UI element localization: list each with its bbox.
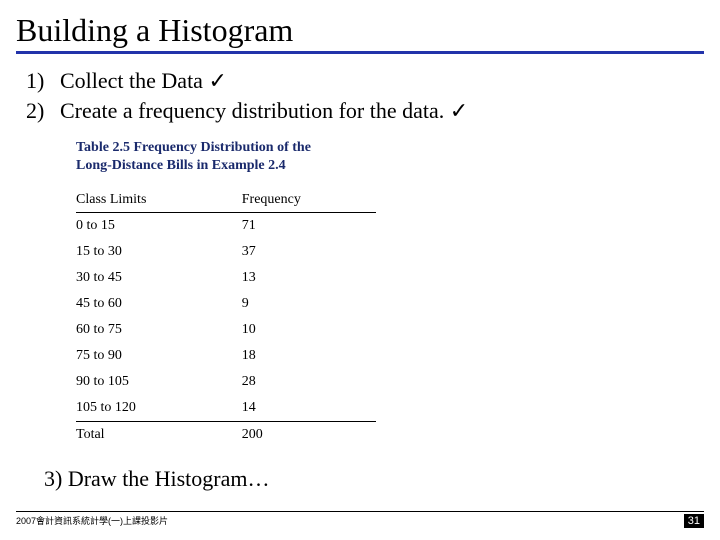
step-1: 1) Collect the Data ✓	[26, 66, 704, 96]
step-1-text: Collect the Data ✓	[60, 66, 227, 96]
col-class-limits: Class Limits	[76, 190, 202, 213]
cell-freq: 18	[202, 343, 376, 369]
cell-freq: 28	[202, 369, 376, 395]
footer-text: 2007會計資訊系統計學(一)上課投影片	[16, 514, 168, 527]
step-2-label: Create a frequency distribution for the …	[60, 98, 444, 123]
step-2: 2) Create a frequency distribution for t…	[26, 96, 704, 126]
cell-class: 30 to 45	[76, 265, 202, 291]
table-row: 105 to 120 14	[76, 395, 376, 422]
frequency-table: Class Limits Frequency 0 to 15 71 15 to …	[76, 190, 376, 448]
step-1-label: Collect the Data	[60, 68, 203, 93]
frequency-table-block: Table 2.5 Frequency Distribution of the …	[76, 139, 456, 448]
cell-class: 75 to 90	[76, 343, 202, 369]
step-1-num: 1)	[26, 66, 52, 96]
cell-freq: 10	[202, 317, 376, 343]
steps-list: 1) Collect the Data ✓ 2) Create a freque…	[26, 66, 704, 125]
check-icon: ✓	[208, 68, 226, 93]
cell-class: 45 to 60	[76, 291, 202, 317]
cell-class: 15 to 30	[76, 239, 202, 265]
total-label: Total	[76, 422, 202, 449]
table-caption: Table 2.5 Frequency Distribution of the …	[76, 139, 456, 174]
step-2-num: 2)	[26, 96, 52, 126]
footer: 2007會計資訊系統計學(一)上課投影片 31	[16, 511, 704, 528]
cell-freq: 9	[202, 291, 376, 317]
col-frequency: Frequency	[202, 190, 376, 213]
cell-class: 90 to 105	[76, 369, 202, 395]
cell-freq: 13	[202, 265, 376, 291]
caption-line-2: Long-Distance Bills in Example 2.4	[76, 158, 286, 173]
cell-freq: 14	[202, 395, 376, 422]
table-total-row: Total 200	[76, 422, 376, 449]
page-title: Building a Histogram	[16, 8, 704, 54]
table-row: 15 to 30 37	[76, 239, 376, 265]
caption-line-1: Table 2.5 Frequency Distribution of the	[76, 140, 311, 155]
slide: Building a Histogram 1) Collect the Data…	[0, 0, 720, 540]
table-row: 45 to 60 9	[76, 291, 376, 317]
table-row: 90 to 105 28	[76, 369, 376, 395]
step-2-text: Create a frequency distribution for the …	[60, 96, 468, 126]
table-row: 75 to 90 18	[76, 343, 376, 369]
cell-freq: 37	[202, 239, 376, 265]
table-header-row: Class Limits Frequency	[76, 190, 376, 213]
cell-class: 105 to 120	[76, 395, 202, 422]
total-value: 200	[202, 422, 376, 449]
table-row: 30 to 45 13	[76, 265, 376, 291]
step-3: 3) Draw the Histogram…	[44, 466, 704, 492]
cell-freq: 71	[202, 213, 376, 240]
table-row: 60 to 75 10	[76, 317, 376, 343]
page-number: 31	[684, 514, 704, 528]
table-row: 0 to 15 71	[76, 213, 376, 240]
check-icon: ✓	[450, 98, 468, 123]
cell-class: 60 to 75	[76, 317, 202, 343]
cell-class: 0 to 15	[76, 213, 202, 240]
